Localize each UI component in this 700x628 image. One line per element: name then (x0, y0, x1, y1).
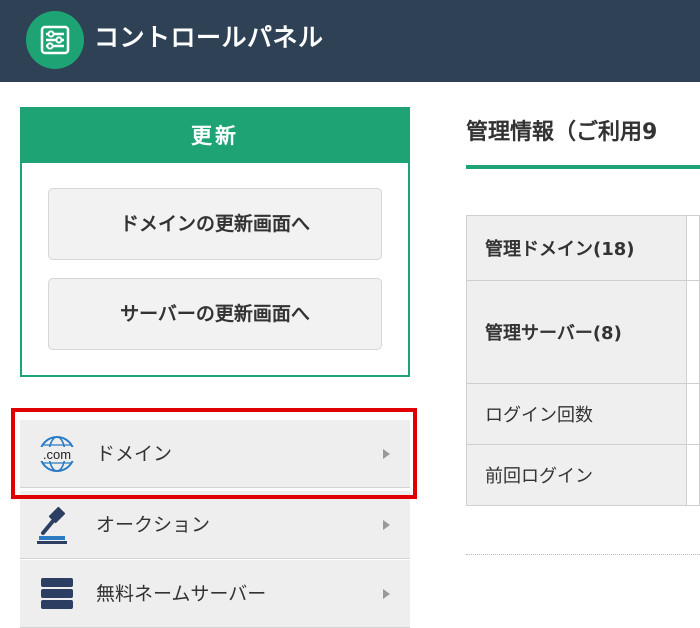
row-value (686, 215, 700, 281)
chevron-right-icon (383, 520, 390, 530)
highlight-box (11, 408, 417, 499)
sidebar-item-label: 無料ネームサーバー (96, 583, 267, 605)
row-value (686, 444, 700, 506)
control-panel-logo[interactable] (26, 11, 84, 69)
table-row: 管理ドメイン(18) (466, 215, 700, 281)
chevron-right-icon (383, 589, 390, 599)
table-row: ログイン回数 (466, 383, 700, 445)
renewal-panel: 更新 ドメインの更新画面へ サーバーの更新画面へ (20, 107, 410, 377)
server-stack-icon (41, 578, 73, 609)
table-row: 管理サーバー(8) (466, 280, 700, 384)
title-divider (466, 165, 700, 169)
row-label: ログイン回数 (466, 383, 687, 445)
domain-renewal-button[interactable]: ドメインの更新画面へ (48, 188, 382, 260)
row-label: 前回ログイン (466, 444, 687, 506)
row-label: 管理ドメイン(18) (466, 215, 687, 281)
page-title: 管理情報（ご利用9 (466, 120, 658, 145)
server-renewal-button[interactable]: サーバーの更新画面へ (48, 278, 382, 350)
sliders-icon (40, 25, 70, 55)
sidebar-item-auction[interactable]: オークション (20, 491, 410, 559)
sidebar-item-label: オークション (96, 514, 211, 536)
section-divider (466, 554, 700, 555)
renewal-heading: 更新 (22, 109, 408, 163)
auction-gavel-icon (37, 506, 67, 544)
management-info-table: 管理ドメイン(18) 管理サーバー(8) ログイン回数 前回ログイン (466, 215, 700, 506)
sidebar-item-nameserver[interactable]: 無料ネームサーバー (20, 560, 410, 628)
row-value (686, 383, 700, 445)
app-title: コントロールパネル (94, 23, 324, 52)
row-value (686, 280, 700, 384)
row-label: 管理サーバー(8) (466, 280, 687, 384)
header-bar: コントロールパネル (0, 0, 700, 82)
table-row: 前回ログイン (466, 444, 700, 506)
